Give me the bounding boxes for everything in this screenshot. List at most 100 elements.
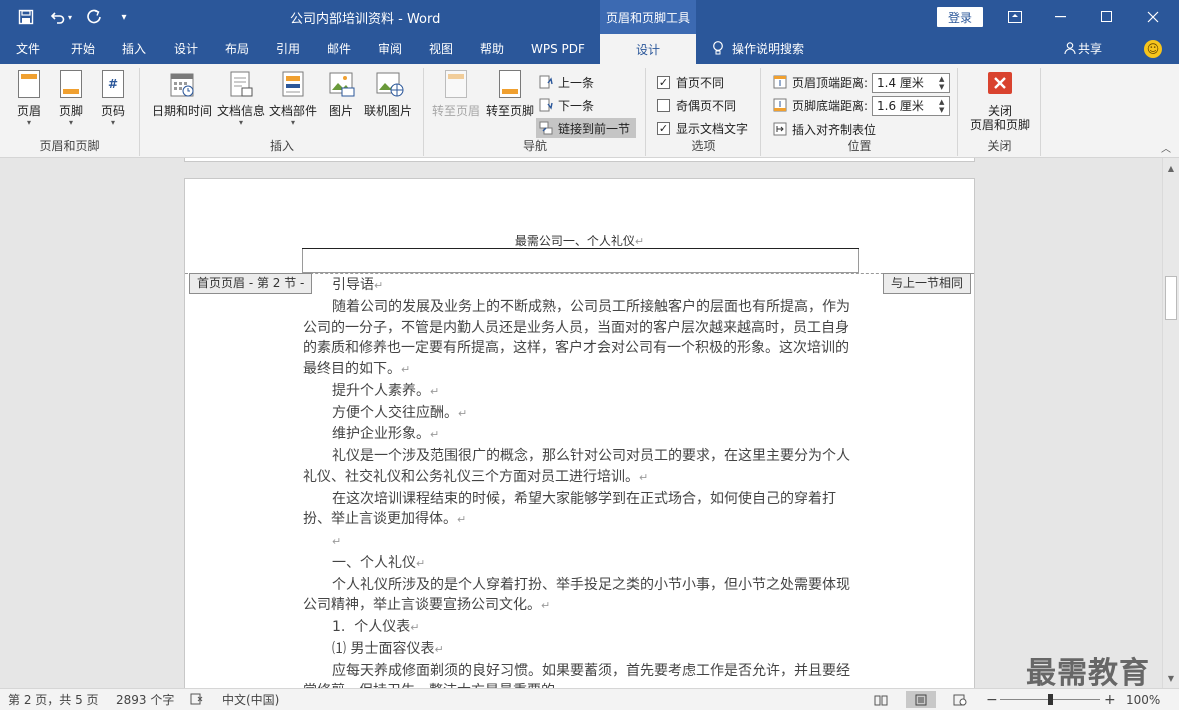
document-body[interactable]: 引导语↵ 随着公司的发展及业务上的不断成熟，公司员工所接触客户的层面也有所提高，… [303,275,859,688]
tab-mailings[interactable]: 邮件 [327,34,351,64]
tab-file[interactable]: 文件 [16,34,40,64]
insert-alignment-tab-button[interactable]: 插入对齐制表位 [772,119,876,139]
lightbulb-icon [712,34,724,64]
header-content[interactable]: 最需公司一、个人礼仪↵ [185,232,974,249]
print-layout-icon[interactable] [906,691,936,708]
previous-button[interactable]: 上一条 [538,72,594,92]
close-header-footer-button[interactable]: 关闭 页眉和页脚 [965,70,1035,132]
dropdown-arrow-icon: ▾ [68,118,73,127]
close-window-icon[interactable] [1130,0,1176,34]
tab-review[interactable]: 审阅 [378,34,402,64]
picture-button[interactable]: 图片 [323,70,359,118]
footer-bottom-distance-input[interactable]: 1.6 厘米 ▲ ▼ [872,96,950,116]
footer-bottom-icon [772,97,788,113]
link-to-previous-button[interactable]: 链接到前一节 [536,118,637,138]
save-icon[interactable] [14,5,38,29]
vertical-scrollbar[interactable]: ▲ ▼ [1162,158,1179,688]
scroll-down-icon[interactable]: ▼ [1163,670,1179,686]
show-document-text-label: 显示文档文字 [676,121,749,136]
close-header-footer-label: 关闭 页眉和页脚 [969,104,1030,132]
undo-dropdown-icon[interactable]: ▾ [64,5,76,29]
paragraph: 在这次培训课程结束的时候，希望大家能够学到在正式场合，如何使自己的穿着打扮、举止… [303,490,836,528]
word-count[interactable]: 2893 个字 [116,689,174,710]
picture-icon [328,70,355,100]
tab-references[interactable]: 引用 [276,34,300,64]
group-label-navigation: 导航 [522,139,547,153]
feedback-smiley-icon[interactable]: ☺ [1144,40,1162,58]
close-red-x-icon [987,70,1013,100]
maximize-icon[interactable] [1084,0,1130,34]
paragraph: 维护企业形象。↵ [332,426,440,443]
spin-arrows-icon[interactable]: ▲ ▼ [939,98,947,114]
zoom-out-icon[interactable]: − [986,689,998,710]
quick-parts-button[interactable]: 文档部件 ▾ [267,70,319,128]
footer-button[interactable]: 页脚 ▾ [52,70,90,128]
group-insert: 日期和时间 文档信息 ▾ 文档部件 ▾ 图片 联机图片 插入 [141,68,424,156]
proofing-icon[interactable] [190,689,204,710]
tab-layout[interactable]: 布局 [225,34,249,64]
person-icon [1064,34,1076,64]
login-button[interactable]: 登录 [937,7,983,27]
document-page[interactable]: 最需公司一、个人礼仪↵ 首页页眉 - 第 2 节 - 与上一节相同 引导语↵ 随… [184,178,975,688]
tab-design[interactable]: 设计 [600,34,696,64]
paragraph-mark-icon: ↵ [634,235,645,248]
tab-home[interactable]: 开始 [71,34,95,64]
zoom-level[interactable]: 100% [1126,689,1160,710]
zoom-in-icon[interactable]: + [1104,689,1116,710]
heading-paragraph: 一、个人礼仪↵ [332,554,426,571]
group-label-close: 关闭 [987,139,1012,153]
page-count[interactable]: 第 2 页，共 5 页 [8,689,99,710]
footer-bottom-distance-value: 1.6 厘米 [877,99,924,113]
read-mode-icon[interactable] [869,691,893,708]
document-info-button[interactable]: 文档信息 ▾ [215,70,267,128]
paragraph: 个人礼仪所涉及的是个人穿着打扮、举手投足之类的小节小事，但小节之处需要体现公司精… [303,576,850,614]
page-number-label: 页码 [100,104,125,118]
spin-arrows-icon[interactable]: ▲ ▼ [939,75,947,91]
goto-header-button[interactable]: 转至页眉 [431,70,481,118]
tab-view[interactable]: 视图 [429,34,453,64]
show-document-text-checkbox[interactable]: ✓ 显示文档文字 [657,118,748,138]
next-button[interactable]: 下一条 [538,95,594,115]
tab-design-doc[interactable]: 设计 [174,34,198,64]
header-top-icon [772,74,788,90]
footer-bottom-distance-label: 页脚底端距离: [792,98,869,113]
online-picture-button[interactable]: 联机图片 [361,70,415,118]
tab-help[interactable]: 帮助 [480,34,504,64]
minimize-icon[interactable] [1038,0,1084,34]
collapse-ribbon-icon[interactable]: ︿ [1161,140,1171,155]
scroll-up-icon[interactable]: ▲ [1163,160,1179,176]
document-info-label: 文档信息 [216,104,265,118]
page-number-button[interactable]: # 页码 ▾ [94,70,132,128]
online-picture-label: 联机图片 [363,104,412,118]
scroll-thumb[interactable] [1165,276,1177,320]
different-first-page-checkbox[interactable]: ✓ 首页不同 [657,72,724,92]
group-options: ✓ 首页不同 奇偶页不同 ✓ 显示文档文字 选项 [647,68,761,156]
header-top-distance-input[interactable]: 1.4 厘米 ▲ ▼ [872,73,950,93]
paragraph: 1. 个人仪表↵ [332,619,420,635]
language[interactable]: 中文(中国) [222,689,279,710]
web-layout-icon[interactable] [948,691,972,708]
link-icon [538,120,554,136]
tell-me-label: 操作说明搜索 [732,42,805,56]
previous-arrow-icon [538,74,554,90]
first-page-header-section-tag: 首页页眉 - 第 2 节 - [189,273,313,294]
date-time-button[interactable]: 日期和时间 [149,70,215,118]
goto-header-label: 转至页眉 [431,104,480,118]
redo-icon[interactable] [82,5,106,29]
alignment-tab-icon [772,121,788,137]
customize-qat-icon[interactable]: ▾ [112,5,136,29]
ribbon-display-options-icon[interactable] [992,0,1038,34]
different-odd-even-checkbox[interactable]: 奇偶页不同 [657,95,736,115]
goto-footer-button[interactable]: 转至页脚 [485,70,535,118]
window-title: 公司内部培训资料 - Word [290,12,441,27]
tab-insert[interactable]: 插入 [122,34,146,64]
tell-me-search[interactable]: 操作说明搜索 [712,34,804,64]
dropdown-arrow-icon: ▾ [238,118,243,127]
document-area: 最需公司一、个人礼仪↵ 首页页眉 - 第 2 节 - 与上一节相同 引导语↵ 随… [0,158,1162,688]
header-empty-line[interactable] [302,249,859,273]
goto-footer-label: 转至页脚 [485,104,534,118]
tab-wps-pdf[interactable]: WPS PDF [531,34,585,64]
share-button[interactable]: 共享 [1064,34,1102,64]
zoom-slider-thumb[interactable] [1048,694,1053,705]
header-button[interactable]: 页眉 ▾ [10,70,48,128]
